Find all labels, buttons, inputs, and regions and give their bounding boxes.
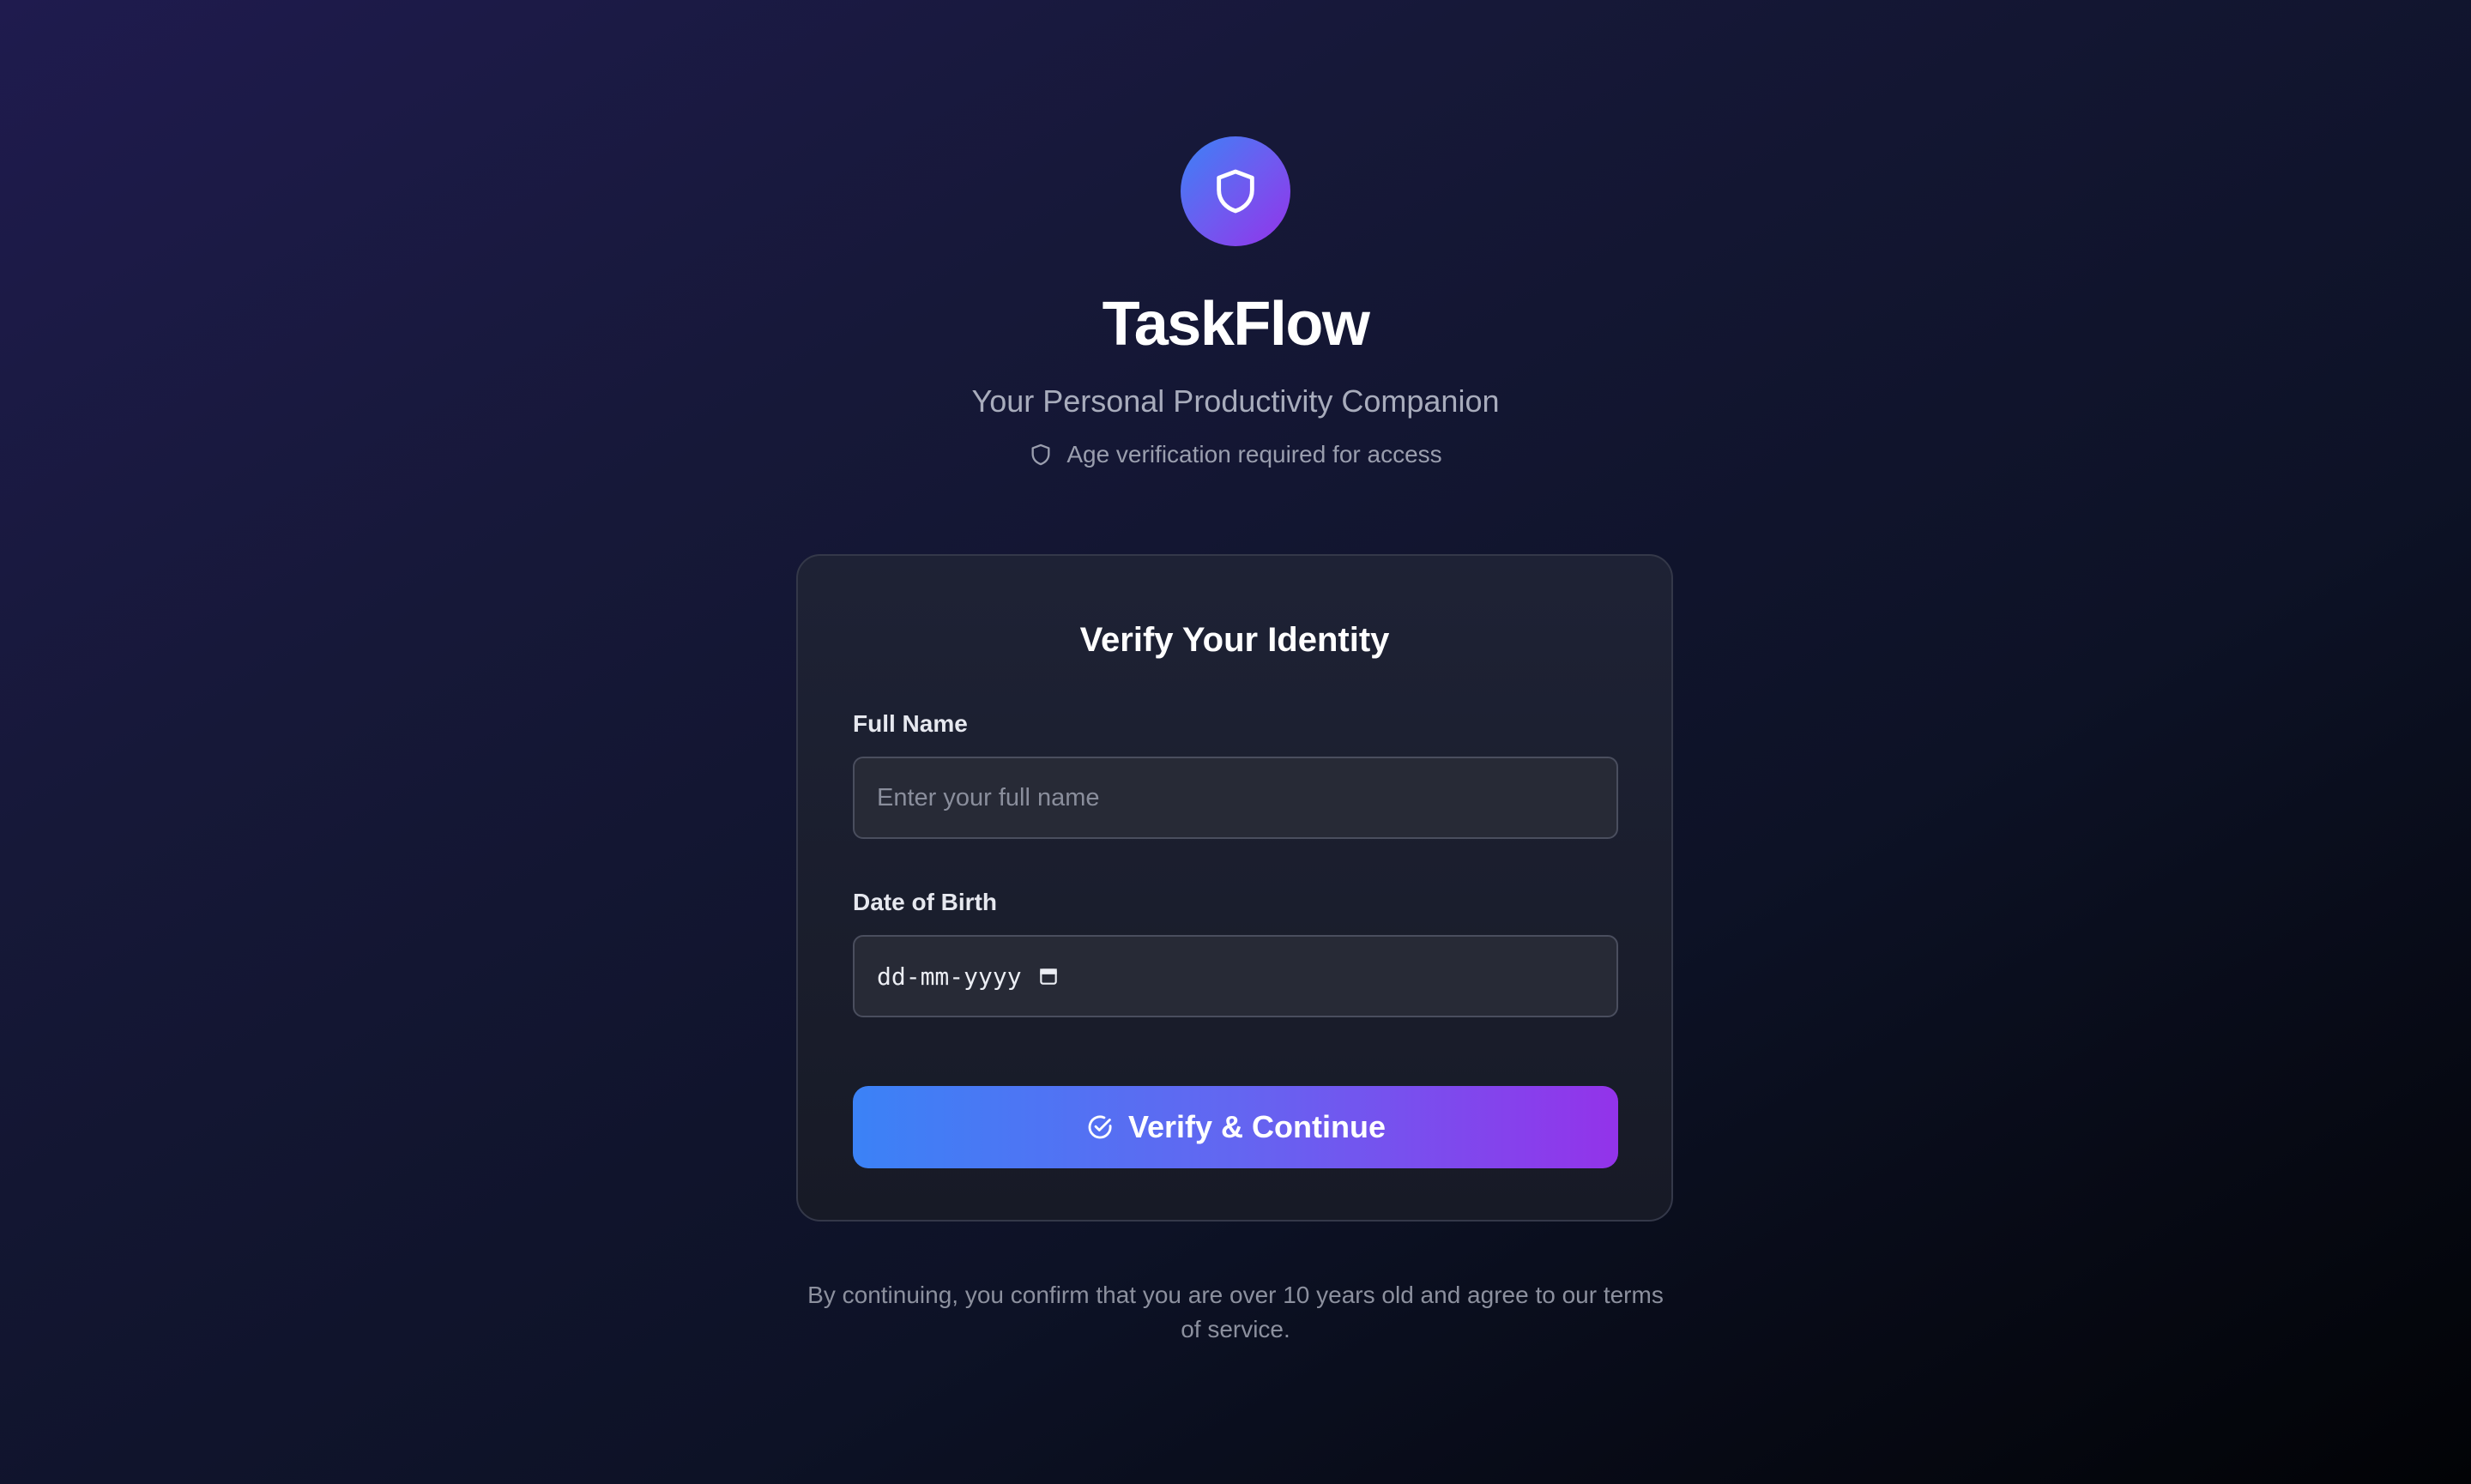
date-of-birth-input[interactable]: dd-mm-yyyy bbox=[853, 935, 1618, 1017]
verify-continue-label: Verify & Continue bbox=[1127, 1109, 1387, 1144]
age-notice-text: Age verification required for access bbox=[1066, 441, 1442, 468]
date-of-birth-value: dd-mm-yyyy bbox=[877, 962, 1022, 991]
date-of-birth-label: Date of Birth bbox=[853, 889, 997, 915]
verification-card: Verify Your Identity Full Name Date of B… bbox=[796, 554, 1673, 1222]
shield-icon bbox=[1217, 169, 1254, 214]
age-verification-page: TaskFlow Your Personal Productivity Comp… bbox=[0, 0, 2471, 1484]
app-tagline: Your Personal Productivity Companion bbox=[971, 383, 1500, 419]
check-circle-icon bbox=[1088, 1115, 1112, 1139]
shield-icon bbox=[1031, 443, 1050, 466]
full-name-label: Full Name bbox=[853, 710, 968, 737]
terms-note: By continuing, you confirm that you are … bbox=[807, 1282, 1664, 1342]
calendar-icon[interactable] bbox=[1037, 965, 1060, 987]
app-title: TaskFlow bbox=[1102, 290, 1370, 359]
verify-continue-button[interactable]: Verify & Continue bbox=[853, 1086, 1618, 1168]
full-name-input[interactable] bbox=[853, 757, 1618, 839]
card-title: Verify Your Identity bbox=[1079, 621, 1390, 659]
age-notice: Age verification required for access bbox=[0, 436, 2471, 474]
app-logo bbox=[1181, 136, 1290, 246]
